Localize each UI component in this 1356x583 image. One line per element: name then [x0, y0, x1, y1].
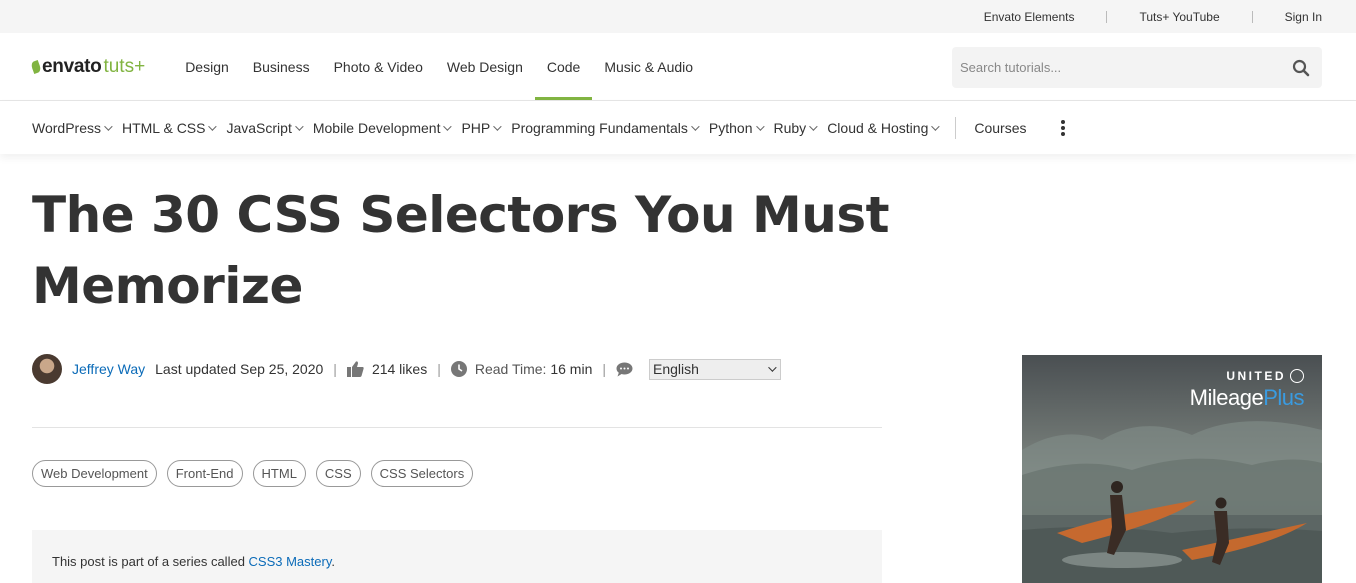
- last-updated: Last updated Sep 25, 2020: [155, 361, 324, 377]
- logo-tuts-text: tuts+: [103, 55, 146, 77]
- subnav-mobile-development[interactable]: Mobile Development: [312, 119, 453, 136]
- thumbs-up-icon[interactable]: [346, 361, 364, 377]
- series-notice: This post is part of a series called CSS…: [32, 530, 882, 583]
- subnav-label: PHP: [461, 119, 491, 136]
- clock-icon: [450, 361, 467, 377]
- subnav-label: HTML & CSS: [121, 119, 206, 136]
- nav-music-audio[interactable]: Music & Audio: [592, 33, 705, 100]
- tag-css-selectors[interactable]: CSS Selectors: [370, 460, 474, 487]
- article-meta: Jeffrey Way Last updated Sep 25, 2020 | …: [32, 354, 781, 384]
- chevron-down-icon: [104, 121, 113, 131]
- nav-business[interactable]: Business: [241, 33, 322, 100]
- subnav-label: Python: [708, 119, 753, 136]
- series-prefix: This post is part of a series called: [52, 554, 249, 569]
- likes-count: 214 likes: [371, 361, 428, 377]
- series-suffix: .: [331, 554, 335, 569]
- tag-web-development[interactable]: Web Development: [32, 460, 157, 487]
- subnav-javascript[interactable]: JavaScript: [226, 119, 304, 136]
- subnav-python[interactable]: Python: [708, 119, 765, 136]
- speech-bubble-icon: [616, 362, 633, 377]
- mileageplus-logo: MileagePlus: [1189, 385, 1305, 411]
- subnav-cloud-hosting[interactable]: Cloud & Hosting: [827, 119, 941, 136]
- meta-divider: [32, 427, 882, 428]
- subnav-label: JavaScript: [226, 119, 292, 136]
- chevron-down-icon: [208, 121, 218, 131]
- tag-html[interactable]: HTML: [252, 460, 306, 487]
- subnav-programming-fundamentals[interactable]: Programming Fundamentals: [511, 119, 700, 136]
- language-value: English: [653, 361, 699, 377]
- united-logo: UNITED: [1226, 369, 1304, 383]
- read-time-value: 16 min: [550, 361, 593, 377]
- chevron-down-icon: [443, 121, 453, 131]
- subnav-label: Programming Fundamentals: [511, 119, 688, 136]
- nav-code[interactable]: Code: [534, 33, 593, 100]
- search-box: [952, 47, 1322, 88]
- subnav-label: Cloud & Hosting: [827, 119, 929, 136]
- subnav-label: WordPress: [32, 119, 101, 136]
- utility-bar: Envato Elements Tuts+ YouTube Sign In: [0, 0, 1356, 33]
- chevron-down-icon: [931, 121, 941, 131]
- subnav-html-css[interactable]: HTML & CSS: [121, 119, 218, 136]
- category-nav: Design Business Photo & Video Web Design…: [173, 33, 705, 100]
- chevron-down-icon: [768, 363, 777, 372]
- search-icon[interactable]: [1290, 57, 1312, 79]
- author-avatar[interactable]: [32, 354, 62, 384]
- author-link[interactable]: Jeffrey Way: [72, 361, 145, 377]
- search-input[interactable]: [960, 60, 1290, 75]
- article-area: The 30 CSS Selectors You Must Memorize J…: [0, 154, 1356, 583]
- ad-program-a: Mileage: [1189, 385, 1264, 410]
- subnav-ruby[interactable]: Ruby: [773, 119, 818, 136]
- divider: |: [602, 361, 606, 377]
- envato-tuts-logo[interactable]: envato tuts+: [30, 33, 146, 100]
- chevron-down-icon: [295, 121, 304, 131]
- main-navigation: envato tuts+ Design Business Photo & Vid…: [0, 33, 1356, 101]
- article-title: The 30 CSS Selectors You Must Memorize: [32, 186, 889, 315]
- sign-in-link[interactable]: Sign In: [1253, 10, 1322, 24]
- read-time-label: Read Time:: [474, 361, 547, 377]
- tag-front-end[interactable]: Front-End: [166, 460, 243, 487]
- nav-photo-video[interactable]: Photo & Video: [322, 33, 435, 100]
- sub-navigation: WordPress HTML & CSS JavaScript Mobile D…: [0, 101, 1356, 154]
- more-vertical-icon[interactable]: [1055, 119, 1071, 136]
- envato-elements-link[interactable]: Envato Elements: [952, 10, 1107, 24]
- divider: [955, 116, 957, 139]
- tuts-youtube-link[interactable]: Tuts+ YouTube: [1107, 10, 1251, 24]
- chevron-down-icon: [691, 121, 700, 131]
- mileageplus-ad[interactable]: UNITED MileagePlus: [1022, 355, 1322, 583]
- tag-css[interactable]: CSS: [315, 460, 361, 487]
- chevron-down-icon: [809, 121, 818, 131]
- subnav-courses[interactable]: Courses: [974, 120, 1026, 136]
- tag-list: Web Development Front-End HTML CSS CSS S…: [32, 460, 474, 487]
- subnav-label: Ruby: [773, 119, 807, 136]
- subnav-php[interactable]: PHP: [461, 119, 502, 136]
- nav-design[interactable]: Design: [173, 33, 241, 100]
- subnav-wordpress[interactable]: WordPress: [32, 119, 113, 136]
- chevron-down-icon: [493, 121, 502, 131]
- divider: |: [437, 361, 441, 377]
- chevron-down-icon: [755, 121, 765, 131]
- globe-icon: [1290, 369, 1304, 383]
- leaf-icon: [30, 59, 42, 74]
- nav-web-design[interactable]: Web Design: [435, 33, 535, 100]
- ad-program-b: Plus: [1263, 385, 1304, 410]
- divider: |: [333, 361, 337, 377]
- language-select[interactable]: English: [649, 358, 781, 380]
- series-link[interactable]: CSS3 Mastery: [249, 554, 332, 569]
- ad-brand: UNITED: [1226, 369, 1286, 383]
- logo-envato-text: envato: [42, 55, 102, 77]
- subnav-label: Mobile Development: [312, 119, 441, 136]
